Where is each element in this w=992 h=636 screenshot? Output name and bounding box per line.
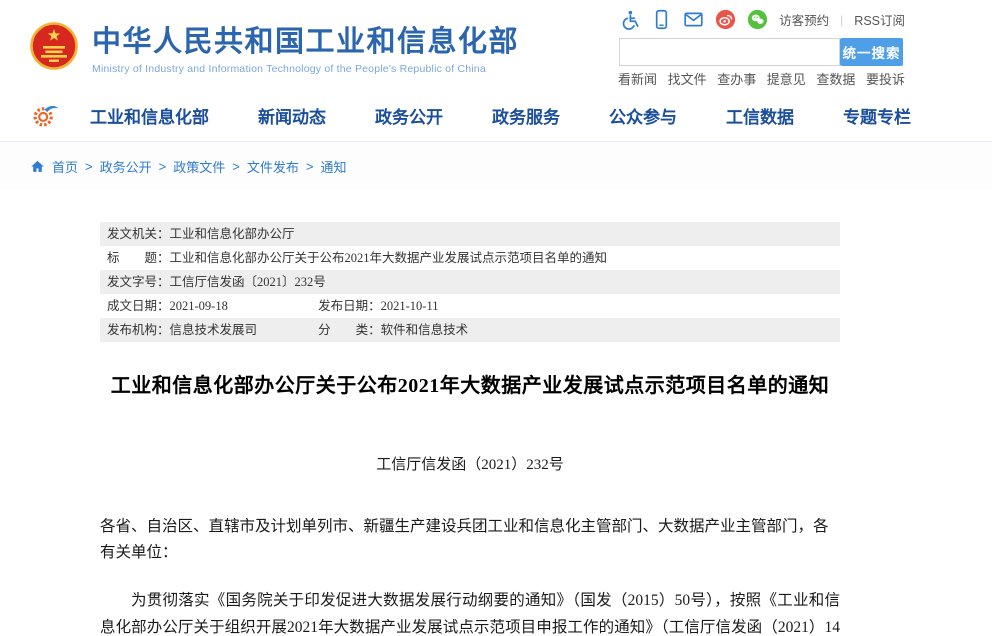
- meta-row-publisher-category: 发布机构：信息技术发展司 分 类：软件和信息技术: [100, 318, 840, 342]
- meta-label: 发布机构：: [107, 323, 170, 337]
- meta-row-title: 标 题：工业和信息化部办公厅关于公布2021年大数据产业发展试点示范项目名单的通…: [100, 246, 840, 270]
- quick-link-data[interactable]: 查数据: [816, 69, 855, 88]
- search-input[interactable]: [619, 38, 840, 66]
- search-bar: 统一搜索: [619, 38, 903, 66]
- site-title: 中华人民共和国工业和信息化部: [92, 27, 519, 59]
- quick-link-complaints[interactable]: 要投诉: [866, 69, 905, 88]
- meta-label: 标 题：: [107, 251, 170, 265]
- site-brand: 中华人民共和国工业和信息化部 Ministry of Industry and …: [92, 27, 519, 75]
- breadcrumb-doc-release[interactable]: 文件发布: [247, 157, 299, 176]
- meta-row-dates: 成文日期：2021-09-18 发布日期：2021-10-11: [100, 294, 840, 318]
- document-paragraph: 为贯彻落实《国务院关于印发促进大数据发展行动纲要的通知》（国发（2015）50号…: [100, 587, 840, 636]
- main-nav: 工业和信息化部 新闻动态 政务公开 政务服务 公众参与 工信数据 专题专栏: [0, 88, 992, 142]
- quick-link-suggestions[interactable]: 提意见: [767, 69, 806, 88]
- header-utility-row: 访客预约 | RSS订阅: [619, 9, 905, 30]
- meta-value: 工业和信息化部办公厅: [170, 227, 295, 241]
- breadcrumb: 首页 > 政务公开 > 政策文件 > 文件发布 > 通知: [0, 142, 992, 190]
- quick-link-documents[interactable]: 找文件: [668, 69, 707, 88]
- meta-value: 软件和信息技术: [381, 323, 469, 337]
- nav-item-gov-affairs[interactable]: 政务公开: [375, 103, 443, 128]
- accessibility-icon[interactable]: [619, 9, 640, 30]
- breadcrumb-home[interactable]: 首页: [52, 157, 78, 176]
- meta-row-issuing-agency: 发文机关：工业和信息化部办公厅: [100, 222, 840, 246]
- meta-row-doc-number: 发文字号：工信厅信发函〔2021〕232号: [100, 270, 840, 294]
- nav-item-public-participation[interactable]: 公众参与: [609, 103, 677, 128]
- mail-icon[interactable]: [683, 9, 704, 30]
- breadcrumb-policy-docs[interactable]: 政策文件: [173, 157, 225, 176]
- breadcrumb-separator: >: [85, 159, 93, 174]
- nav-item-miit[interactable]: 工业和信息化部: [90, 103, 209, 128]
- wechat-icon[interactable]: [747, 9, 768, 30]
- breadcrumb-separator: >: [306, 159, 314, 174]
- document-salutation: 各省、自治区、直辖市及计划单列市、新疆生产建设兵团工业和信息化主管部门、大数据产…: [100, 514, 840, 566]
- nav-item-news[interactable]: 新闻动态: [258, 103, 326, 128]
- site-subtitle: Ministry of Industry and Information Tec…: [92, 63, 519, 75]
- page: 中华人民共和国工业和信息化部 Ministry of Industry and …: [0, 0, 992, 636]
- meta-value: 工业和信息化部办公厅关于公布2021年大数据产业发展试点示范项目名单的通知: [170, 251, 608, 265]
- document-number: 工信厅信发函（2021）232号: [100, 453, 840, 474]
- header-divider: |: [840, 13, 843, 27]
- breadcrumb-separator: >: [232, 159, 240, 174]
- meta-label: 发文机关：: [107, 227, 170, 241]
- national-emblem-icon: [30, 22, 78, 70]
- nav-items: 工业和信息化部 新闻动态 政务公开 政务服务 公众参与 工信数据 专题专栏: [90, 88, 911, 142]
- document-area: 发文机关：工业和信息化部办公厅 标 题：工业和信息化部办公厅关于公布2021年大…: [100, 222, 840, 636]
- breadcrumb-gov-affairs[interactable]: 政务公开: [100, 157, 152, 176]
- meta-label: 发布日期：: [318, 299, 381, 313]
- meta-label: 成文日期：: [107, 299, 170, 313]
- meta-value: 信息技术发展司: [170, 323, 258, 337]
- miit-logo-icon[interactable]: [28, 97, 64, 133]
- quick-links-row: 看新闻 找文件 查办事 提意见 查数据 要投诉: [618, 69, 905, 88]
- search-button[interactable]: 统一搜索: [840, 38, 903, 66]
- meta-label: 分 类：: [318, 323, 381, 337]
- home-icon[interactable]: [30, 159, 45, 174]
- weibo-icon[interactable]: [715, 9, 736, 30]
- quick-link-news[interactable]: 看新闻: [618, 69, 657, 88]
- site-header: 中华人民共和国工业和信息化部 Ministry of Industry and …: [0, 0, 992, 88]
- nav-item-special-topics[interactable]: 专题专栏: [843, 103, 911, 128]
- meta-value: 2021-10-11: [381, 299, 439, 313]
- visitor-appointment-link[interactable]: 访客预约: [779, 10, 829, 29]
- meta-value: 2021-09-18: [170, 299, 228, 313]
- rss-subscribe-link[interactable]: RSS订阅: [854, 10, 905, 29]
- nav-item-gov-services[interactable]: 政务服务: [492, 103, 560, 128]
- breadcrumb-separator: >: [159, 159, 167, 174]
- quick-link-services[interactable]: 查办事: [717, 69, 756, 88]
- meta-value: 工信厅信发函〔2021〕232号: [170, 275, 326, 289]
- nav-item-miit-data[interactable]: 工信数据: [726, 103, 794, 128]
- document-title: 工业和信息化部办公厅关于公布2021年大数据产业发展试点示范项目名单的通知: [100, 369, 840, 398]
- meta-label: 发文字号：: [107, 275, 170, 289]
- mobile-icon[interactable]: [651, 9, 672, 30]
- breadcrumb-notice[interactable]: 通知: [320, 157, 346, 176]
